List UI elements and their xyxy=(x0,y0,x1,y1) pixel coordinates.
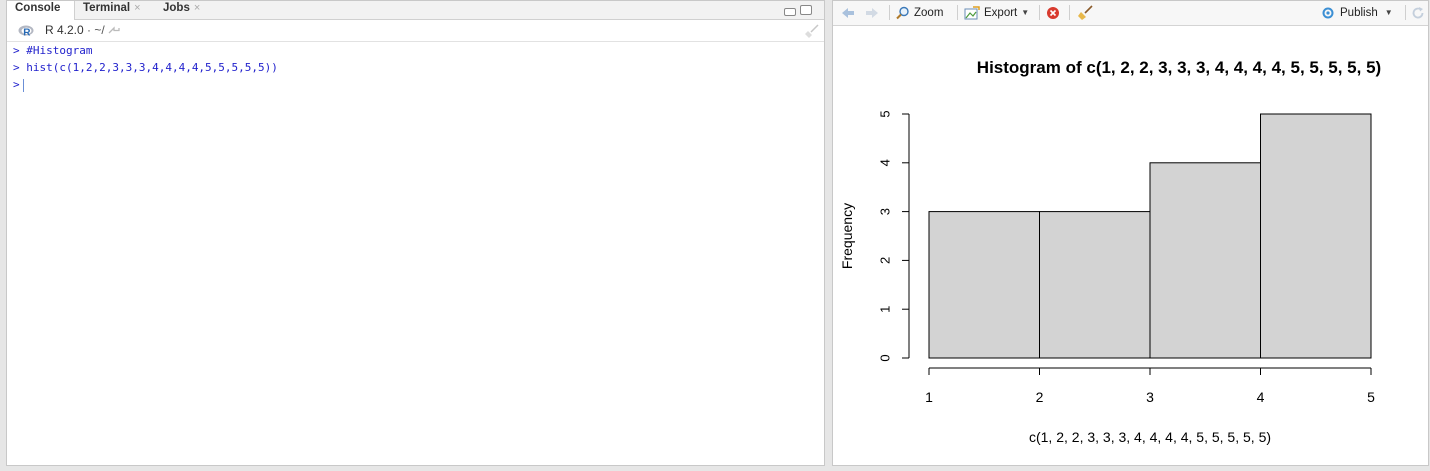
tab-jobs[interactable]: Jobs × xyxy=(155,1,215,19)
toolbar-separator xyxy=(889,5,890,20)
r-logo-icon: R xyxy=(18,25,34,37)
console-input-line[interactable]: > xyxy=(13,76,818,93)
chart-title: Histogram of c(1, 2, 2, 3, 3, 3, 4, 4, 4… xyxy=(977,58,1381,77)
histogram-bar xyxy=(1260,113,1372,359)
export-label: Export xyxy=(984,7,1018,19)
x-axis-label: c(1, 2, 2, 3, 3, 3, 4, 4, 4, 4, 5, 5, 5,… xyxy=(1029,429,1271,445)
plots-toolbar: Zoom Export ▼ Publish ▼ xyxy=(833,1,1428,26)
working-directory: · ~/ xyxy=(87,23,105,37)
y-axis-label: Frequency xyxy=(839,203,855,269)
tab-console-label: Console xyxy=(15,2,61,14)
histogram-bar xyxy=(1149,162,1261,359)
tab-console[interactable]: Console xyxy=(7,1,75,20)
x-tick-label: 4 xyxy=(1257,389,1265,405)
export-icon xyxy=(964,6,980,20)
text-cursor xyxy=(22,78,24,92)
x-tick-label: 1 xyxy=(925,389,933,405)
y-tick-label: 2 xyxy=(877,257,892,264)
toolbar-separator xyxy=(1069,5,1070,20)
histogram-bar xyxy=(1039,211,1151,359)
y-tick-label: 3 xyxy=(877,208,892,215)
y-tick-label: 4 xyxy=(877,159,892,166)
minimize-icon[interactable] xyxy=(784,8,796,16)
y-tick-label: 0 xyxy=(877,354,892,361)
console-prompt: > xyxy=(13,61,20,74)
tab-jobs-label: Jobs xyxy=(163,2,190,14)
chevron-down-icon: ▼ xyxy=(1384,8,1393,17)
histogram-chart: Histogram of c(1, 2, 2, 3, 3, 3, 4, 4, 4… xyxy=(839,58,1381,445)
refresh-icon[interactable] xyxy=(1411,5,1425,21)
console-tabbar: Console Terminal × Jobs × xyxy=(7,1,824,20)
toolbar-separator xyxy=(1405,5,1406,20)
publish-icon xyxy=(1322,7,1334,19)
console-prompt: > xyxy=(13,44,20,57)
console-info-bar: R R 4.2.0 · ~/ xyxy=(7,20,824,42)
zoom-button[interactable]: Zoom xyxy=(896,5,943,21)
console-output[interactable]: > #Histogram > hist(c(1,2,2,3,3,3,4,4,4,… xyxy=(7,42,824,465)
zoom-icon xyxy=(896,6,909,20)
y-tick-label: 5 xyxy=(877,110,892,117)
back-arrow-icon[interactable] xyxy=(841,5,855,21)
console-prompt: > xyxy=(13,78,20,91)
clear-console-icon[interactable] xyxy=(804,23,820,39)
toolbar-separator xyxy=(1039,5,1040,20)
maximize-icon[interactable] xyxy=(800,5,812,15)
console-line: > hist(c(1,2,2,3,3,3,4,4,4,4,5,5,5,5,5)) xyxy=(13,59,818,76)
go-to-directory-icon[interactable] xyxy=(108,25,120,35)
close-icon[interactable]: × xyxy=(134,2,140,14)
forward-arrow-icon[interactable] xyxy=(865,5,879,21)
tab-terminal-label: Terminal xyxy=(83,2,131,14)
tab-terminal[interactable]: Terminal × xyxy=(75,1,155,19)
zoom-label: Zoom xyxy=(914,7,944,19)
publish-label: Publish xyxy=(1340,7,1378,19)
console-pane: Console Terminal× Jobs× R R 4.2.0 · ~/ xyxy=(6,0,825,466)
toolbar-separator xyxy=(957,5,958,20)
export-button[interactable]: Export ▼ xyxy=(964,5,1029,21)
histogram-bar xyxy=(928,211,1040,359)
console-command: hist(c(1,2,2,3,3,3,4,4,4,4,5,5,5,5,5)) xyxy=(26,61,278,74)
console-command: #Histogram xyxy=(26,44,93,57)
x-tick-label: 3 xyxy=(1146,389,1154,405)
svg-text:R: R xyxy=(23,28,31,38)
remove-plot-icon[interactable] xyxy=(1046,5,1060,21)
console-line: > #Histogram xyxy=(13,42,818,59)
r-version: R 4.2.0 xyxy=(45,23,84,37)
x-tick-label: 2 xyxy=(1036,389,1044,405)
chevron-down-icon: ▼ xyxy=(1021,8,1030,17)
publish-button[interactable]: Publish ▼ xyxy=(1320,5,1393,21)
plot-area: Histogram of c(1, 2, 2, 3, 3, 3, 4, 4, 4… xyxy=(833,26,1428,465)
y-tick-label: 1 xyxy=(877,306,892,313)
x-tick-label: 5 xyxy=(1367,389,1375,405)
plots-pane: Zoom Export ▼ Publish ▼ Histogram of c(1… xyxy=(832,0,1429,466)
close-icon[interactable]: × xyxy=(194,2,200,14)
clear-all-plots-icon[interactable] xyxy=(1077,5,1093,21)
